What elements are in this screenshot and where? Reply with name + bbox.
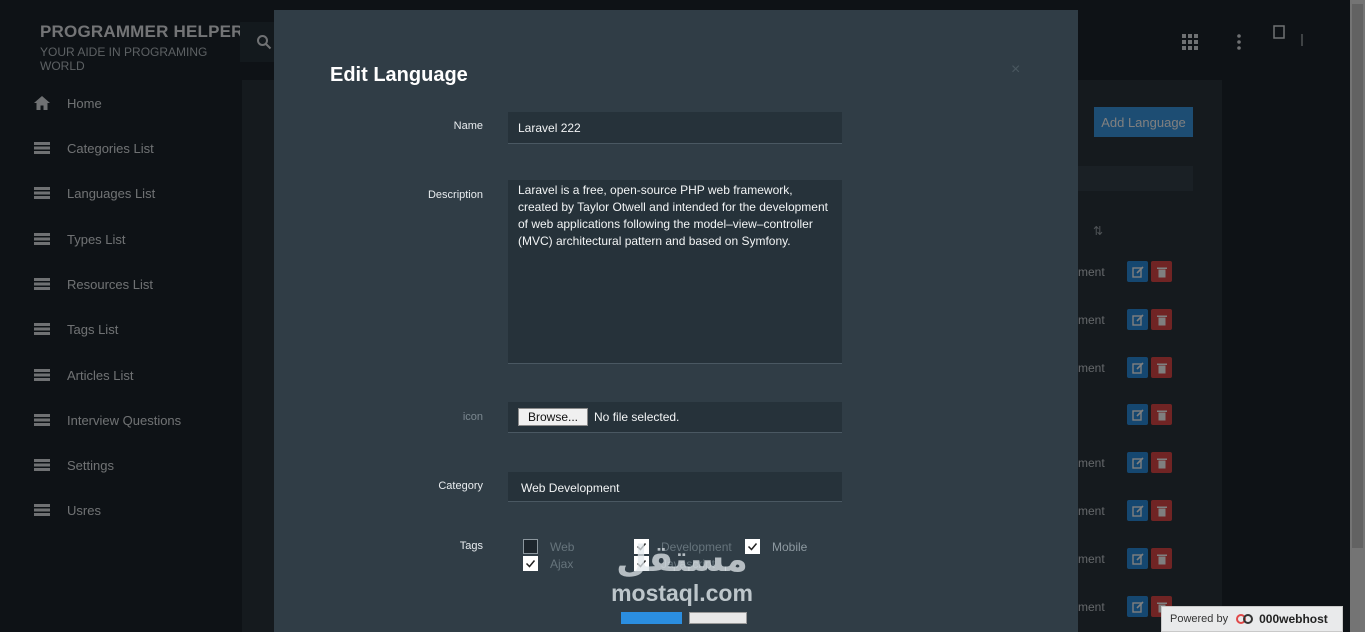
tag-label: Web (550, 539, 575, 554)
powered-prefix: Powered by (1170, 613, 1229, 625)
close-icon[interactable]: × (1011, 61, 1020, 79)
checkbox[interactable] (523, 539, 538, 554)
powered-host: 000webhost (1259, 612, 1328, 626)
tag-checkbox-ajax[interactable]: Ajax (523, 556, 573, 571)
check-icon (525, 560, 536, 568)
category-select[interactable]: Web Development (508, 472, 842, 502)
tags-label: Tags (459, 540, 483, 552)
category-label: Category (438, 480, 483, 492)
name-label: Name (453, 120, 483, 132)
tag-label: Ajax (550, 556, 574, 571)
powered-by-badge[interactable]: Powered by 000webhost (1161, 606, 1343, 632)
file-status: No file selected. (594, 410, 680, 424)
watermark-arabic: مستقل (616, 539, 748, 580)
description-field[interactable]: Laravel is a free, open-source PHP web f… (508, 180, 842, 364)
tag-label: Mobile (772, 539, 808, 554)
browse-button[interactable]: Browse... (518, 408, 589, 426)
mostaql-watermark: مستقل mostaql.com (596, 540, 768, 620)
icon-label: icon (462, 411, 483, 423)
icon-file-input[interactable]: Browse... No file selected. (508, 402, 842, 433)
tag-checkbox-web[interactable]: Web (523, 539, 574, 554)
checkbox[interactable] (523, 556, 538, 571)
name-field[interactable]: Laravel 222 (508, 112, 842, 144)
description-label: Description (427, 189, 483, 201)
modal-title: Edit Language (330, 64, 468, 86)
webhost-logo-icon (1236, 614, 1254, 624)
watermark-latin: mostaql.com (611, 580, 753, 606)
